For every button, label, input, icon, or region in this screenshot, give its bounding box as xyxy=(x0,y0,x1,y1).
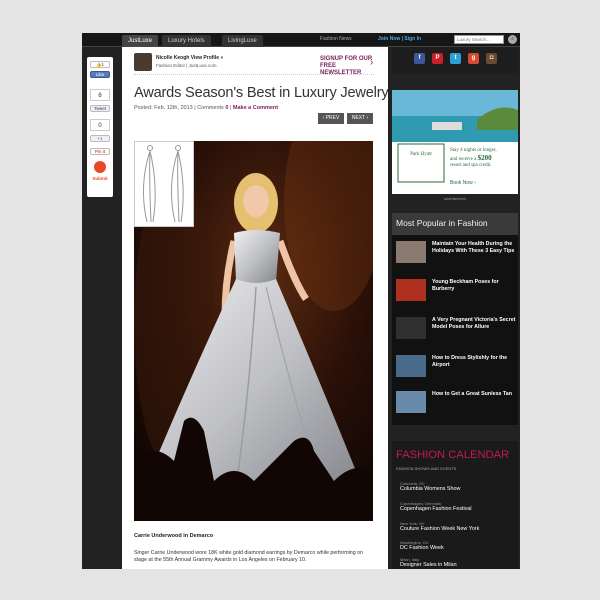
gplus-count: 0 xyxy=(90,119,110,131)
join-signin-link[interactable]: Join Now | Sign In xyxy=(378,36,421,42)
editor-box: Nicolle Keogh View Profile » Fashion Edi… xyxy=(134,51,374,77)
search-input[interactable] xyxy=(454,35,504,44)
calendar-item[interactable]: New York, NY Couture Fashion Week New Yo… xyxy=(400,521,516,533)
editor-profile-link[interactable]: Nicolle Keogh View Profile » xyxy=(156,55,223,61)
article-thumbnail xyxy=(396,279,426,301)
calendar-item[interactable]: Columbia, SC Columbia Womens Show xyxy=(400,481,516,493)
twitter-icon[interactable]: t xyxy=(450,53,461,64)
list-item[interactable]: How to Get a Great Sunless Tan xyxy=(396,391,516,425)
social-follow-bar: f P t g ◘ xyxy=(392,47,518,73)
article-thumbnail xyxy=(396,241,426,263)
editor-role: Fashion Editor | JustLuxe.com xyxy=(156,63,217,68)
article-thumbnail xyxy=(396,355,426,377)
article-thumbnail xyxy=(396,317,426,339)
avatar[interactable] xyxy=(134,53,152,71)
ad-brand: Park Hyatt xyxy=(410,152,432,157)
fashion-calendar: FASHION CALENDAR FASHION SHOWS AND EVENT… xyxy=(392,441,518,569)
googleplus-icon[interactable]: g xyxy=(468,53,479,64)
tweet-button[interactable]: Tweet xyxy=(90,105,110,112)
top-nav: JustLuxe Luxury Hotels LivingLuxe Fashio… xyxy=(82,33,520,47)
article-column: Nicolle Keogh View Profile » Fashion Edi… xyxy=(122,47,388,569)
calendar-item[interactable]: Copenhagen, Denmark Copenhagen Fashion F… xyxy=(400,501,516,513)
caption-title: Carrie Underwood in Demarco xyxy=(134,533,214,539)
list-item[interactable]: Maintain Your Health During the Holidays… xyxy=(396,241,516,275)
ad-promo: Stay 4 nights or longer, and receive a $… xyxy=(450,148,497,168)
make-comment-link[interactable]: Make a Comment xyxy=(233,105,278,111)
newsletter-signup-link[interactable]: SIGNUP FOR OUR FREE NEWSLETTER xyxy=(320,56,374,77)
calendar-subheading: FASHION SHOWS AND EVENTS xyxy=(396,466,457,471)
list-item[interactable]: How to Dress Stylishly for the Airport xyxy=(396,355,516,389)
facebook-icon[interactable]: f xyxy=(414,53,425,64)
ad-label: advertisement xyxy=(444,197,466,201)
submit-button[interactable]: Submit xyxy=(90,176,110,181)
most-popular-list: Maintain Your Health During the Holidays… xyxy=(392,235,518,425)
pinterest-icon[interactable]: P xyxy=(432,53,443,64)
social-share-bar: 👍1 Like 6 Tweet 0 +1 Pin it Submit xyxy=(87,57,113,197)
pinterest-button[interactable]: Pin it xyxy=(90,148,110,155)
ad-beach-image xyxy=(392,90,518,194)
fashion-news-link[interactable]: Fashion News xyxy=(320,36,352,42)
tab-livingluxe[interactable]: LivingLuxe xyxy=(222,35,263,47)
hotel-advertisement[interactable]: Park Hyatt Stay 4 nights or longer, and … xyxy=(392,90,518,194)
like-count: 👍1 xyxy=(90,61,110,68)
list-item[interactable]: Young Beckham Poses for Burberry xyxy=(396,279,516,313)
page-title: Awards Season's Best in Luxury Jewelry xyxy=(134,85,388,101)
facebook-like-button[interactable]: Like xyxy=(90,71,110,78)
calendar-item[interactable]: Washington, DC DC Fashion Week xyxy=(400,540,516,552)
search-icon[interactable]: ⌕ xyxy=(508,35,517,44)
calendar-item[interactable]: Milan, Italy Designer Sales in Milan xyxy=(400,557,516,569)
post-meta: Posted: Feb. 12th, 2013 | Comments 0 | M… xyxy=(134,105,279,111)
next-button[interactable]: NEXT › xyxy=(347,113,373,124)
list-item[interactable]: A Very Pregnant Victoria's Secret Model … xyxy=(396,317,516,351)
article-thumbnail xyxy=(396,391,426,413)
tab-justluxe[interactable]: JustLuxe xyxy=(122,35,159,47)
tab-luxury-hotels[interactable]: Luxury Hotels xyxy=(162,35,211,47)
instagram-icon[interactable]: ◘ xyxy=(486,53,497,64)
stumbleupon-icon[interactable] xyxy=(90,161,110,173)
calendar-heading: FASHION CALENDAR xyxy=(396,449,510,461)
browser-page: JustLuxe Luxury Hotels LivingLuxe Fashio… xyxy=(82,33,520,569)
share-count: 6 xyxy=(90,89,110,101)
article-photo xyxy=(134,141,373,521)
most-popular-heading: Most Popular in Fashion xyxy=(392,213,518,235)
ad-book-now[interactable]: Book Now › xyxy=(450,180,476,186)
comments-count[interactable]: 0 xyxy=(225,105,228,111)
caption-text: Singer Carrie Underwood wore 18K white g… xyxy=(134,550,364,563)
gplus-button[interactable]: +1 xyxy=(90,135,110,142)
earrings-inset xyxy=(134,141,194,227)
chevron-right-icon: › xyxy=(370,57,374,68)
prev-button[interactable]: ‹ PREV xyxy=(318,113,344,124)
